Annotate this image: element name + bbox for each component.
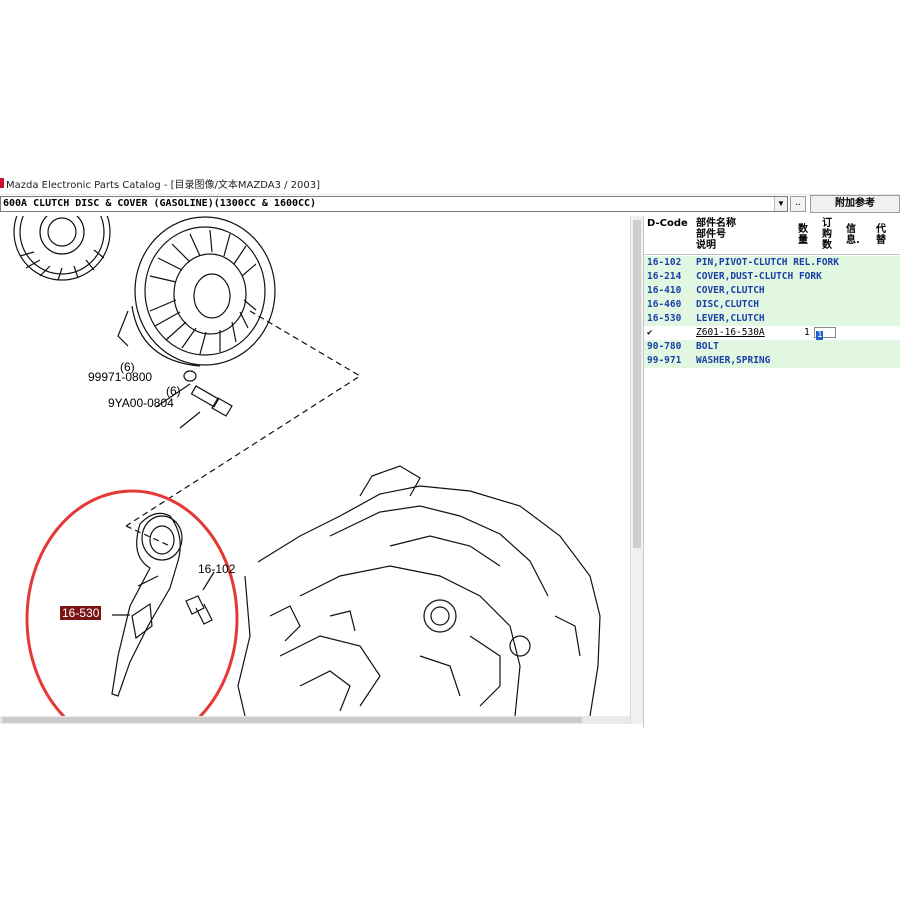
parts-diagram[interactable]: (6) 99971-0800 (6) 9YA00-0804 16-530 16-…: [0, 216, 630, 716]
pivot-pin-illustration: [185, 595, 213, 625]
header-qty[interactable]: 数 量: [798, 224, 808, 246]
horizontal-scrollbar[interactable]: [0, 716, 630, 724]
row-dcode: 16-530: [647, 313, 682, 324]
clutch-lever-illustration: [111, 512, 183, 697]
part-quantity: 1: [804, 327, 810, 338]
table-row[interactable]: 99-971 WASHER,SPRING: [644, 354, 900, 368]
checkmark-icon[interactable]: ✔: [647, 326, 652, 340]
header-order[interactable]: 订 购 数: [822, 218, 832, 251]
table-row[interactable]: 16-460 DISC,CLUTCH: [644, 298, 900, 312]
callout-pin[interactable]: 16-102: [198, 562, 235, 576]
row-dcode: 16-410: [647, 285, 682, 296]
chevron-down-icon[interactable]: ▼: [774, 197, 787, 211]
table-row[interactable]: 16-214 COVER,DUST-CLUTCH FORK: [644, 270, 900, 284]
parts-catalog-window: Mazda Electronic Parts Catalog - [目录图像/文…: [0, 172, 900, 728]
bolt-illustration: [183, 370, 233, 417]
row-description: PIN,PIVOT-CLUTCH REL.FORK: [696, 257, 839, 268]
callout-part-9YA00-0804[interactable]: 9YA00-0804: [108, 396, 174, 410]
parts-list-panel: D-Code 部件名称 部件号 说明 数 量 订 购 数 信 息. 代 替 16…: [643, 216, 900, 728]
row-dcode: 16-460: [647, 299, 682, 310]
table-row[interactable]: 90-780 BOLT: [644, 340, 900, 354]
transmission-housing-illustration: [237, 465, 601, 716]
row-description: COVER,CLUTCH: [696, 285, 765, 296]
row-description: LEVER,CLUTCH: [696, 313, 765, 324]
additional-reference-button[interactable]: 附加参考: [810, 195, 900, 213]
callout-part-99971-0800[interactable]: 99971-0800: [88, 370, 152, 384]
figure-selector-value: 600A CLUTCH DISC & COVER (GASOLINE)(1300…: [3, 198, 317, 209]
row-description: DISC,CLUTCH: [696, 299, 759, 310]
app-icon: [0, 178, 4, 188]
order-quantity-value: 1: [816, 330, 824, 340]
table-row[interactable]: 16-530 LEVER,CLUTCH: [644, 312, 900, 326]
vertical-scrollbar-thumb[interactable]: [633, 220, 641, 548]
table-row-part-number[interactable]: ✔ Z601-16-530A 1 1: [644, 326, 900, 340]
row-dcode: 16-102: [647, 257, 682, 268]
figure-selector[interactable]: 600A CLUTCH DISC & COVER (GASOLINE)(1300…: [0, 196, 788, 212]
header-name[interactable]: 部件名称 部件号 说明: [696, 218, 736, 251]
header-substitute[interactable]: 代 替: [876, 224, 886, 246]
clutch-cover-illustration: [117, 216, 276, 367]
parts-table-body: 16-102 PIN,PIVOT-CLUTCH REL.FORK 16-214 …: [644, 256, 900, 368]
part-number[interactable]: Z601-16-530A: [696, 326, 765, 340]
browse-button[interactable]: ..: [790, 196, 806, 212]
row-description: BOLT: [696, 341, 719, 352]
row-dcode: 90-780: [647, 341, 682, 352]
parts-table-header: D-Code 部件名称 部件号 说明 数 量 订 购 数 信 息. 代 替: [644, 216, 900, 255]
title-bar: Mazda Electronic Parts Catalog - [目录图像/文…: [0, 172, 900, 195]
order-quantity-input[interactable]: 1: [814, 327, 836, 340]
row-description: WASHER,SPRING: [696, 355, 771, 366]
red-highlight-circle: [25, 489, 239, 716]
row-dcode: 16-214: [647, 271, 682, 282]
clutch-disc-illustration: [13, 216, 111, 281]
toolbar: 600A CLUTCH DISC & COVER (GASOLINE)(1300…: [0, 194, 900, 216]
header-info[interactable]: 信 息.: [846, 224, 860, 246]
vertical-scrollbar[interactable]: [630, 216, 643, 724]
header-dcode[interactable]: D-Code: [647, 218, 688, 229]
exploded-view-drawing: [13, 216, 601, 716]
table-row[interactable]: 16-410 COVER,CLUTCH: [644, 284, 900, 298]
row-description: COVER,DUST-CLUTCH FORK: [696, 271, 822, 282]
table-row[interactable]: 16-102 PIN,PIVOT-CLUTCH REL.FORK: [644, 256, 900, 270]
window-title: Mazda Electronic Parts Catalog - [目录图像/文…: [6, 180, 321, 191]
callout-lever-highlighted[interactable]: 16-530: [60, 606, 102, 620]
horizontal-scrollbar-thumb[interactable]: [2, 717, 582, 723]
row-dcode: 99-971: [647, 355, 682, 366]
